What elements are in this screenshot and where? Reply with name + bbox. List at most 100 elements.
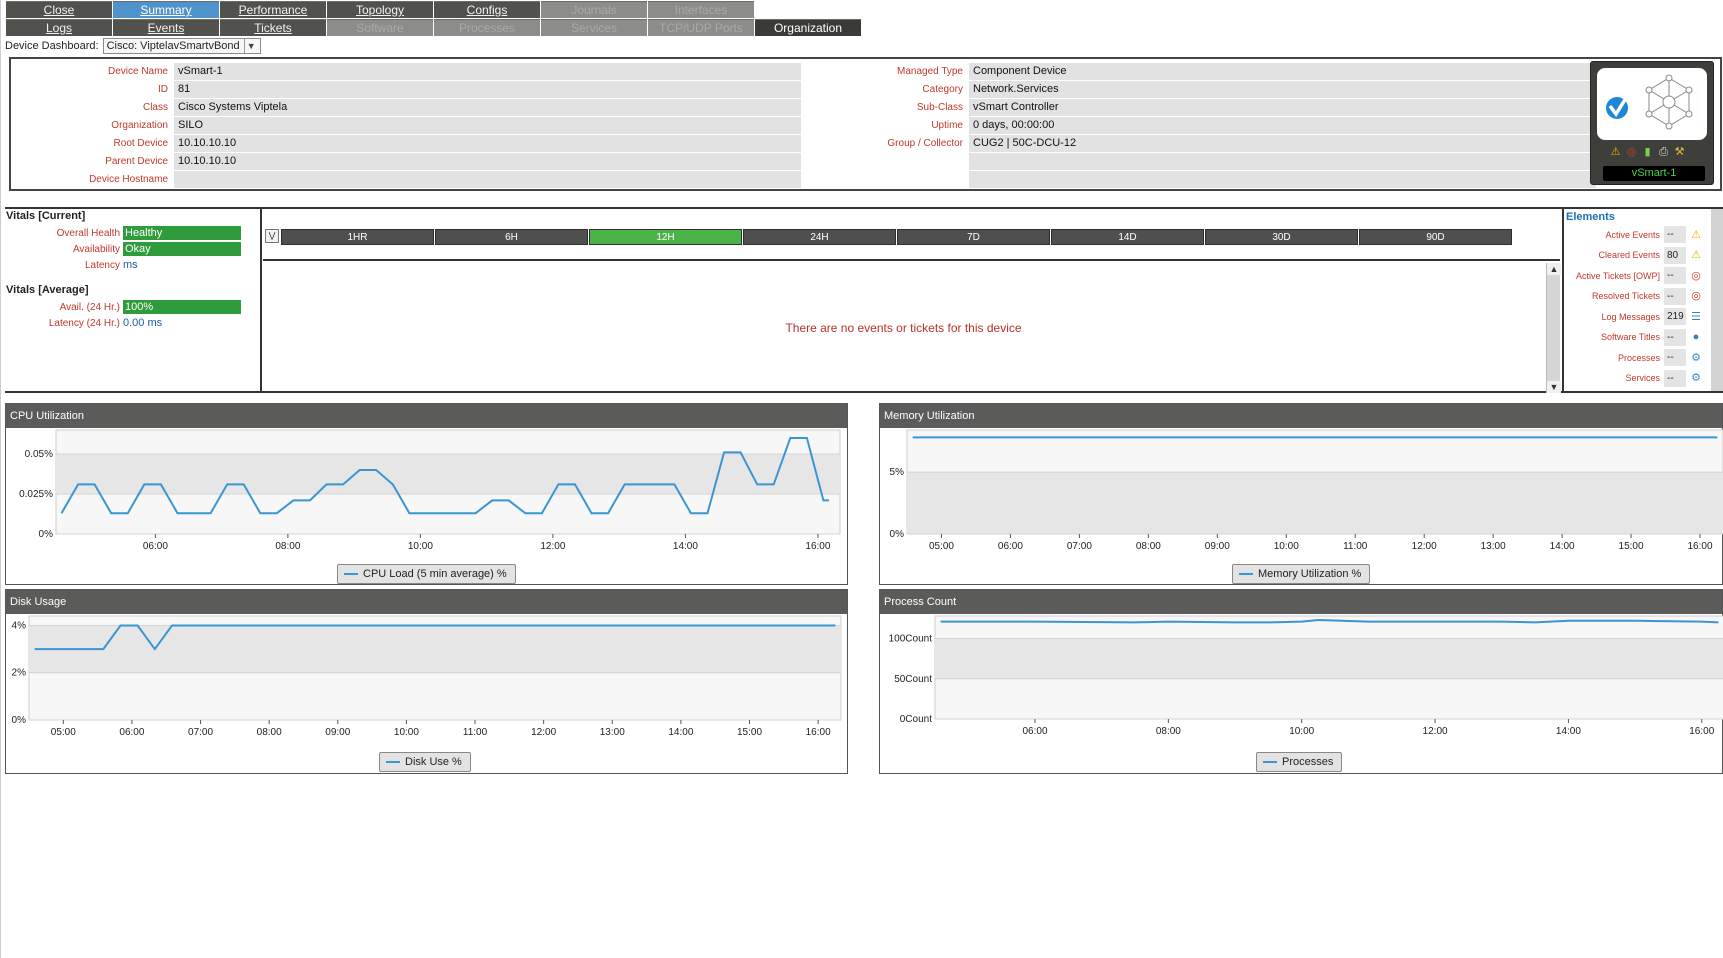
lifebuoy-icon[interactable]: ◎	[1688, 288, 1704, 304]
x-tick-label: 16:00	[805, 541, 830, 552]
printer-icon[interactable]: ⎙	[1657, 146, 1670, 159]
time-range-7d[interactable]: 7D	[897, 229, 1050, 245]
device-card-name: vSmart-1	[1603, 166, 1705, 181]
warning-icon[interactable]: ⚠	[1609, 146, 1622, 159]
device-dashboard-select[interactable]: Cisco: ViptelavSmartvBond ▼	[102, 38, 261, 54]
gear-icon[interactable]: ⚙	[1688, 370, 1704, 386]
legend-swatch	[1239, 573, 1253, 575]
element-row-cleared-events[interactable]: Cleared Events 80 ⚠	[1564, 246, 1704, 264]
expand-icon[interactable]: ⋁	[265, 229, 279, 243]
elements-scrollbar[interactable]	[1711, 209, 1723, 391]
element-label[interactable]: Cleared Events	[1564, 250, 1664, 260]
x-tick-label: 16:00	[1687, 541, 1712, 552]
element-row-software-titles[interactable]: Software Titles -- ●	[1564, 328, 1704, 346]
x-tick-label: 14:00	[1550, 541, 1575, 552]
element-label[interactable]: Processes	[1564, 353, 1664, 363]
element-label[interactable]: Active Events	[1564, 230, 1664, 240]
device-info-label: Category	[922, 84, 963, 95]
scroll-up-icon[interactable]: ▲	[1547, 263, 1561, 275]
element-row-active-events[interactable]: Active Events -- ⚠	[1564, 226, 1704, 243]
time-range-6h[interactable]: 6H	[435, 229, 588, 245]
globe-icon[interactable]: ●	[1688, 329, 1704, 345]
gear-icon[interactable]: ⚙	[1688, 350, 1704, 366]
tab-row-2: Logs Events Tickets Software Processes S…	[6, 19, 862, 36]
element-label[interactable]: Active Tickets [OWP]	[1564, 271, 1664, 281]
device-info-row	[801, 171, 1596, 188]
tab-close[interactable]: Close	[6, 1, 112, 18]
time-range-14d[interactable]: 14D	[1051, 229, 1204, 245]
element-row-active-tickets-owp[interactable]: Active Tickets [OWP] -- ◎	[1564, 267, 1704, 284]
element-label[interactable]: Software Titles	[1564, 332, 1664, 342]
legend-label: Disk Use %	[405, 756, 462, 768]
chart-title: CPU Utilization	[6, 404, 847, 428]
x-tick-label: 10:00	[1274, 541, 1299, 552]
latency-value: ms	[123, 259, 138, 271]
device-info-label: Class	[142, 102, 168, 113]
lifebuoy-icon[interactable]: ◎	[1688, 268, 1704, 284]
time-range-90d[interactable]: 90D	[1359, 229, 1512, 245]
x-tick-label: 14:00	[1556, 726, 1581, 737]
warning-icon[interactable]: ⚠	[1688, 247, 1704, 263]
chart-legend[interactable]: Disk Use %	[379, 752, 471, 772]
availability-bar: Okay	[123, 242, 241, 256]
chart-legend[interactable]: Memory Utilization %	[1232, 564, 1371, 584]
tab-summary[interactable]: Summary	[113, 1, 219, 18]
elements-title[interactable]: Elements	[1566, 211, 1615, 223]
tab-events[interactable]: Events	[113, 19, 219, 36]
time-range-12h[interactable]: 12H	[589, 229, 742, 245]
device-info-value	[969, 171, 1596, 188]
device-info-label: Uptime	[931, 120, 963, 131]
device-card[interactable]: ⚠ ◎ ▮ ⎙ ⚒ vSmart-1	[1590, 61, 1714, 185]
legend-label: CPU Load (5 min average) %	[363, 568, 507, 580]
device-info-value: vSmart-1	[174, 63, 801, 80]
grid-band	[935, 638, 1723, 679]
element-label[interactable]: Log Messages	[1564, 312, 1664, 322]
device-info-value: CUG2 | 50C-DCU-12	[969, 135, 1596, 152]
document-icon[interactable]: ☰	[1688, 309, 1704, 325]
lifebuoy-icon[interactable]: ◎	[1625, 146, 1638, 159]
element-row-resolved-tickets[interactable]: Resolved Tickets -- ◎	[1564, 287, 1704, 305]
wrench-icon[interactable]: ⚒	[1673, 146, 1686, 159]
tab-performance[interactable]: Performance	[220, 1, 326, 18]
device-info-value	[969, 153, 1596, 170]
events-empty-message: There are no events or tickets for this …	[785, 321, 1022, 335]
device-info-label: Root Device	[113, 138, 168, 149]
element-row-processes[interactable]: Processes -- ⚙	[1564, 349, 1704, 366]
chart-legend[interactable]: Processes	[1256, 752, 1343, 772]
chart-legend[interactable]: CPU Load (5 min average) %	[337, 564, 516, 584]
element-label[interactable]: Services	[1564, 373, 1664, 383]
time-range-1hr[interactable]: 1HR	[281, 229, 434, 245]
tab-configs[interactable]: Configs	[434, 1, 540, 18]
chevron-down-icon[interactable]: ▼	[243, 39, 258, 53]
tab-tickets[interactable]: Tickets	[220, 19, 326, 36]
chart-plot: 4% 2% 0% 05:00 06:00 07:00 08:00 09:00 10:00 11:0…	[12, 615, 842, 738]
y-tick-label: 100Count	[889, 634, 933, 645]
legend-label: Processes	[1282, 756, 1334, 768]
x-tick-label: 06:00	[119, 727, 144, 738]
device-info-row: Uptime 0 days, 00:00:00	[801, 117, 1596, 134]
x-tick-label: 11:00	[1343, 541, 1368, 552]
bar-chart-icon[interactable]: ▮	[1641, 146, 1654, 159]
tab-processes: Processes	[434, 19, 540, 36]
tab-topology[interactable]: Topology	[327, 1, 433, 18]
latency24-label: Latency (24 Hr.)	[48, 317, 120, 329]
device-info-label: Managed Type	[897, 66, 963, 77]
element-row-log-messages[interactable]: Log Messages 219 ☰	[1564, 308, 1704, 325]
x-tick-label: 08:00	[275, 541, 300, 552]
x-tick-label: 15:00	[737, 727, 762, 738]
x-tick-label: 11:00	[463, 727, 488, 738]
device-info-value: Network.Services	[969, 81, 1596, 98]
element-label[interactable]: Resolved Tickets	[1564, 291, 1664, 301]
events-scrollbar[interactable]: ▲ ▼	[1546, 263, 1561, 393]
tab-organization[interactable]: Organization	[755, 19, 861, 36]
time-range-30d[interactable]: 30D	[1205, 229, 1358, 245]
grid-band	[29, 625, 841, 673]
warning-icon[interactable]: ⚠	[1688, 227, 1704, 243]
x-tick-label: 08:00	[1156, 726, 1181, 737]
tab-logs[interactable]: Logs	[6, 19, 112, 36]
element-row-services[interactable]: Services -- ⚙	[1564, 369, 1704, 387]
y-tick-label: 50Count	[894, 674, 932, 685]
scroll-down-icon[interactable]: ▼	[1547, 381, 1561, 393]
time-range-24h[interactable]: 24H	[743, 229, 896, 245]
legend-swatch	[386, 761, 400, 763]
